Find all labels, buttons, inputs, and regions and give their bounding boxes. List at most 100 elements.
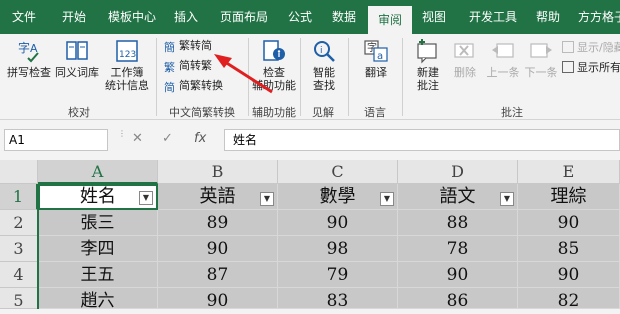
tab-fangfanggezi[interactable]: 方方格子 xyxy=(572,0,620,34)
previous-comment-label: 上一条 xyxy=(486,66,520,79)
cell-b1-text: 英語 xyxy=(199,186,236,207)
workbook-stats-line2: 统计信息 xyxy=(105,79,149,92)
tab-view[interactable]: 视图 xyxy=(414,0,454,34)
cell-c3[interactable]: 98 xyxy=(278,236,398,262)
row-header-3[interactable]: 3 xyxy=(0,236,38,262)
cell-a5[interactable]: 趙六 xyxy=(38,288,158,309)
confirm-entry-icon[interactable]: ✓ xyxy=(162,131,173,146)
cell-d2[interactable]: 88 xyxy=(398,210,518,236)
tab-help[interactable]: 帮助 xyxy=(528,0,568,34)
filter-dropdown-icon[interactable]: ▼ xyxy=(380,192,394,206)
chinese-group-label: 中文简繁转换 xyxy=(169,106,235,119)
cell-e1-text: 理綜 xyxy=(550,186,587,207)
next-comment-icon xyxy=(530,43,552,58)
cell-b1[interactable]: 英語 ▼ xyxy=(158,184,278,210)
tab-data[interactable]: 数据 xyxy=(324,0,364,34)
group-separator xyxy=(402,38,403,116)
check-accessibility-line2: 辅助功能 xyxy=(252,79,296,92)
new-comment-button[interactable]: 新建 批注 xyxy=(408,38,448,92)
formula-buttons: ⋮ ✕ ✓ fx xyxy=(118,129,222,151)
tab-review[interactable]: 审阅 xyxy=(368,6,412,34)
show-all-comments-button[interactable]: 显示所有 xyxy=(562,60,620,76)
new-comment-line2: 批注 xyxy=(417,79,439,92)
cell-a3[interactable]: 李四 xyxy=(38,236,158,262)
previous-comment-button[interactable]: 上一条 xyxy=(484,38,522,79)
next-comment-button[interactable]: 下一条 xyxy=(522,38,560,79)
cell-c4[interactable]: 79 xyxy=(278,262,398,288)
cell-c2[interactable]: 90 xyxy=(278,210,398,236)
cell-b2[interactable]: 89 xyxy=(158,210,278,236)
formula-bar: A1 ⋮ ✕ ✓ fx 姓名 xyxy=(0,124,620,156)
cancel-entry-icon[interactable]: ✕ xyxy=(132,131,143,146)
filter-dropdown-icon[interactable]: ▼ xyxy=(260,192,274,206)
insights-group-label: 见解 xyxy=(312,106,334,119)
tab-page-layout[interactable]: 页面布局 xyxy=(214,0,274,34)
cell-d4[interactable]: 90 xyxy=(398,262,518,288)
cell-e5[interactable]: 82 xyxy=(518,288,620,309)
cell-e3[interactable]: 85 xyxy=(518,236,620,262)
cell-b3[interactable]: 90 xyxy=(158,236,278,262)
cell-a1[interactable]: 姓名 ▼ xyxy=(38,184,158,210)
cell-d5[interactable]: 86 xyxy=(398,288,518,309)
group-separator xyxy=(156,38,157,116)
simplified-to-traditional-button[interactable]: 繁简转繁 xyxy=(164,58,212,74)
cell-d3[interactable]: 78 xyxy=(398,236,518,262)
book-icon xyxy=(66,41,88,60)
cell-e2[interactable]: 90 xyxy=(518,210,620,236)
spell-check-button[interactable]: 字A 拼写检查 xyxy=(6,38,52,79)
column-header-d[interactable]: D xyxy=(398,160,518,184)
tab-home[interactable]: 开始 xyxy=(54,0,94,34)
delete-comment-button[interactable]: 删除 xyxy=(448,38,482,79)
workbook-stats-line1: 工作簿 xyxy=(110,66,144,79)
cell-b5[interactable]: 90 xyxy=(158,288,278,309)
filter-dropdown-icon[interactable]: ▼ xyxy=(139,191,153,205)
filter-dropdown-icon[interactable]: ▼ xyxy=(500,192,514,206)
row-header-5[interactable]: 5 xyxy=(0,288,38,310)
cell-e1[interactable]: 理綜 xyxy=(518,184,620,210)
accessibility-icon xyxy=(263,40,285,61)
next-comment-label: 下一条 xyxy=(524,66,558,79)
select-all-corner[interactable] xyxy=(0,160,38,184)
cell-a4[interactable]: 王五 xyxy=(38,262,158,288)
group-separator xyxy=(348,38,349,116)
show-all-comments-label: 显示所有 xyxy=(577,61,620,74)
workbook-stats-button[interactable]: 123 工作簿 统计信息 xyxy=(102,38,152,92)
smart-lookup-button[interactable]: i 智能 查找 xyxy=(304,38,344,92)
column-header-e[interactable]: E xyxy=(518,160,620,184)
tab-file[interactable]: 文件 xyxy=(4,0,44,34)
formula-input[interactable]: 姓名 xyxy=(224,129,620,151)
column-header-a[interactable]: A xyxy=(38,160,158,184)
column-header-c[interactable]: C xyxy=(278,160,398,184)
check-accessibility-line1: 检查 xyxy=(263,66,285,79)
show-hide-comment-button[interactable]: 显示/隐藏 xyxy=(562,40,620,56)
traditional-to-simplified-button[interactable]: 簡繁转简 xyxy=(164,38,212,54)
tab-formulas[interactable]: 公式 xyxy=(280,0,320,34)
cell-d1[interactable]: 語文 ▼ xyxy=(398,184,518,210)
row-header-4[interactable]: 4 xyxy=(0,262,38,288)
language-group-label: 语言 xyxy=(364,106,386,119)
tab-template-center[interactable]: 模板中心 xyxy=(102,0,162,34)
smart-lookup-line2: 查找 xyxy=(313,79,335,92)
cell-c1[interactable]: 數學 ▼ xyxy=(278,184,398,210)
worksheet-grid: A B C D E 1 2 3 4 5 姓名 ▼ 英語 ▼ 數學 ▼ 語文 ▼ 理綜 張… xyxy=(0,160,620,310)
tab-developer[interactable]: 开发工具 xyxy=(462,0,524,34)
traditional-to-simplified-icon: 簡 xyxy=(164,41,175,54)
thesaurus-label: 同义词库 xyxy=(55,66,99,79)
cell-a2[interactable]: 張三 xyxy=(38,210,158,236)
chinese-convert-button[interactable]: 简简繁转换 xyxy=(164,78,223,94)
translate-button[interactable]: 字a 翻译 xyxy=(356,38,396,79)
column-header-b[interactable]: B xyxy=(158,160,278,184)
cell-e4[interactable]: 90 xyxy=(518,262,620,288)
cell-d1-text: 語文 xyxy=(439,186,476,207)
name-box[interactable]: A1 xyxy=(4,129,108,151)
insert-function-icon[interactable]: fx xyxy=(194,131,206,146)
cell-c5[interactable]: 83 xyxy=(278,288,398,309)
tab-insert[interactable]: 插入 xyxy=(166,0,206,34)
cell-b4[interactable]: 87 xyxy=(158,262,278,288)
cell-c1-text: 數學 xyxy=(319,186,356,207)
check-accessibility-button[interactable]: 检查 辅助功能 xyxy=(250,38,298,92)
chinese-convert-label: 简繁转换 xyxy=(179,79,223,92)
row-header-1[interactable]: 1 xyxy=(0,184,38,210)
thesaurus-button[interactable]: 同义词库 xyxy=(54,38,100,79)
row-header-2[interactable]: 2 xyxy=(0,210,38,236)
